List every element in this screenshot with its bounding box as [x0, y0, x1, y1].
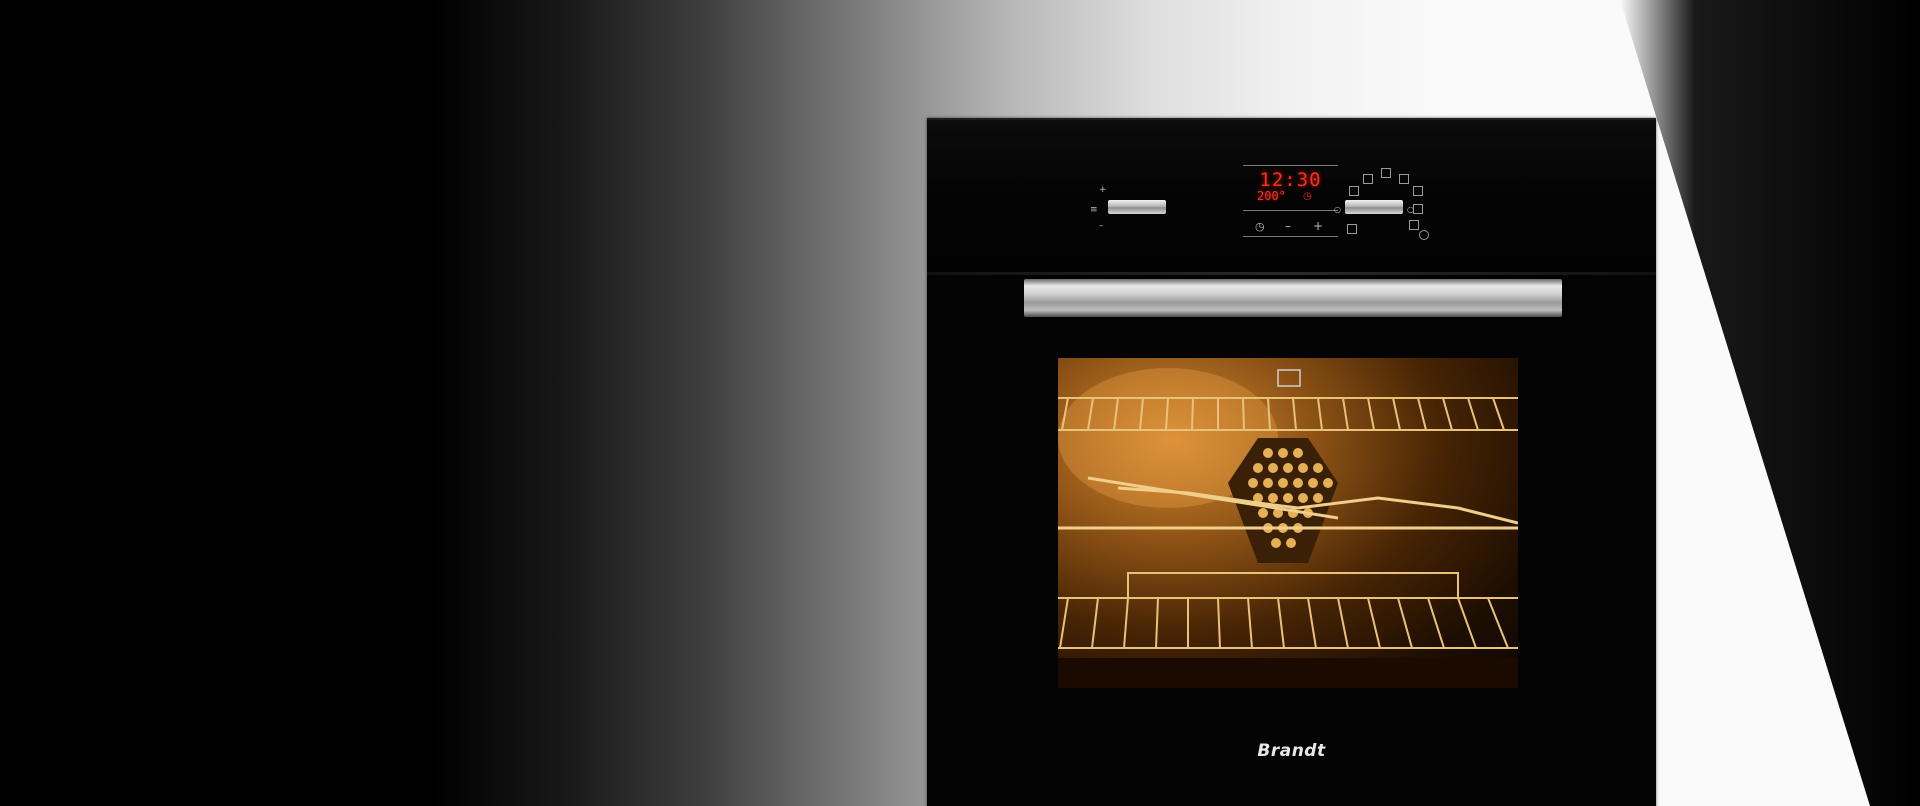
bottom-heat-icon: [1399, 174, 1409, 184]
plus-icon[interactable]: +: [1313, 220, 1323, 232]
digital-display: 12:30 200° ◷ ◷ – +: [1243, 165, 1338, 237]
oven-interior: [1058, 368, 1518, 688]
temperature-knob[interactable]: [1108, 200, 1166, 214]
light-icon: [1381, 168, 1391, 178]
display-time: 12:30: [1259, 169, 1322, 191]
panel-seam: [927, 272, 1656, 275]
pyrolysis-icon: [1409, 220, 1419, 230]
rotisserie-icon: [1419, 230, 1429, 240]
brand-logo: Brandt: [1257, 741, 1326, 761]
timer-indicator-icon: ◷: [1303, 191, 1312, 202]
mode-selector-knob[interactable]: [1345, 200, 1403, 214]
off-dot-icon: ○: [1334, 205, 1341, 214]
display-temperature: 200°: [1257, 189, 1286, 203]
oven-window: [1058, 358, 1518, 688]
cavity-lamp-icon: [1277, 369, 1301, 387]
grill-icon: [1349, 186, 1359, 196]
oven: + ≡ – 12:30 200° ◷ ◷ – + ○ ○ Brandt: [927, 118, 1656, 806]
defrost-icon: [1413, 204, 1423, 214]
top-heat-icon: [1413, 186, 1423, 196]
door-handle[interactable]: [1024, 279, 1562, 317]
eco-icon: [1347, 224, 1357, 234]
minus-mark-icon: –: [1099, 221, 1104, 231]
plus-mark-icon: +: [1099, 185, 1107, 195]
clock-icon[interactable]: ◷: [1255, 221, 1265, 233]
bottom-rack: [1058, 572, 1518, 649]
thermometer-icon: ≡: [1090, 205, 1098, 215]
fan-icon: [1363, 174, 1373, 184]
control-panel: + ≡ – 12:30 200° ◷ ◷ – + ○ ○: [927, 118, 1656, 275]
hero-background: + ≡ – 12:30 200° ◷ ◷ – + ○ ○ Brandt: [0, 0, 1920, 806]
minus-icon[interactable]: –: [1285, 220, 1291, 232]
